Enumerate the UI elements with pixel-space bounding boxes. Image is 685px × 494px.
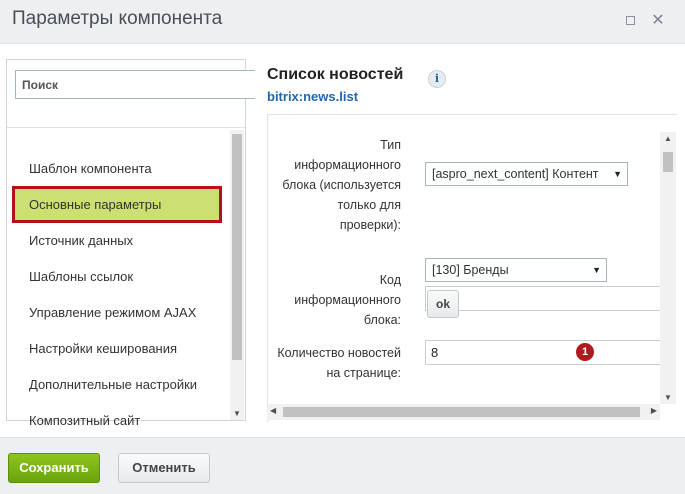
maximize-icon[interactable]	[622, 12, 638, 30]
label-line: информационного	[294, 158, 401, 172]
sidebar-item-cache-settings[interactable]: Настройки кеширования	[29, 341, 177, 356]
label-line: блока:	[363, 313, 401, 327]
label-line: информационного	[294, 293, 401, 307]
sidebar: Шаблон компонента Основные параметры Ист…	[6, 59, 255, 428]
scroll-left-arrow-icon[interactable]: ◀	[270, 406, 276, 415]
dialog-footer: Сохранить Отменить	[0, 437, 685, 494]
cancel-button[interactable]: Отменить	[118, 453, 210, 483]
label-line: проверки):	[339, 218, 401, 232]
select-value: [130] Бренды	[432, 263, 509, 277]
component-code: bitrix:news.list	[267, 89, 359, 104]
chevron-down-icon: ▼	[592, 265, 601, 275]
sidebar-nav: Шаблон компонента Основные параметры Ист…	[7, 127, 245, 428]
scroll-right-arrow-icon[interactable]: ▶	[651, 406, 657, 415]
iblock-id-input[interactable]	[425, 286, 665, 311]
ok-button[interactable]: ok	[427, 290, 459, 318]
label-line: Тип	[380, 138, 401, 152]
chevron-down-icon: ▼	[613, 169, 622, 179]
save-button[interactable]: Сохранить	[8, 453, 100, 483]
sidebar-scrollbar[interactable]: ▼	[230, 130, 244, 420]
sidebar-item-additional-settings[interactable]: Дополнительные настройки	[29, 377, 197, 392]
label-line: на странице:	[326, 366, 401, 380]
scrollbar-thumb[interactable]	[663, 152, 673, 172]
sidebar-item-url-templates[interactable]: Шаблоны ссылок	[29, 269, 133, 284]
search-input[interactable]	[16, 71, 255, 98]
select-value: [aspro_next_content] Контент	[432, 167, 599, 181]
dialog-title: Параметры компонента	[12, 8, 223, 29]
sidebar-item-label: Основные параметры	[29, 197, 162, 212]
sidebar-item-template[interactable]: Шаблон компонента	[29, 161, 152, 176]
label-line: Код	[379, 273, 401, 287]
close-icon[interactable]: ✕	[650, 12, 666, 30]
dialog-titlebar: Параметры компонента ✕	[0, 0, 685, 44]
sidebar-item-ajax-mode[interactable]: Управление режимом AJAX	[29, 305, 196, 320]
scrollbar-thumb[interactable]	[232, 134, 242, 360]
iblock-type-select[interactable]: [aspro_next_content] Контент ▼	[425, 162, 628, 186]
scroll-up-arrow-icon[interactable]: ▲	[664, 134, 672, 143]
search-field[interactable]	[15, 70, 255, 99]
properties-horizontal-scrollbar[interactable]: ◀ ▶	[267, 404, 660, 420]
label-line: Количество новостей	[277, 346, 401, 360]
label-line: только для	[337, 198, 401, 212]
dialog-content: Шаблон компонента Основные параметры Ист…	[0, 44, 685, 437]
scroll-down-arrow-icon[interactable]: ▼	[664, 393, 672, 402]
component-title: Список новостей	[267, 66, 404, 83]
iblock-id-label: Код информационного блока:	[268, 270, 401, 330]
sidebar-item-composite-site[interactable]: Композитный сайт	[29, 413, 140, 428]
iblock-type-label: Тип информационного блока (используется …	[268, 135, 401, 235]
properties-panel: Тип информационного блока (используется …	[267, 114, 677, 422]
info-icon[interactable]: i	[428, 70, 446, 88]
label-line: блока (используется	[282, 178, 401, 192]
news-count-input[interactable]: 8	[425, 340, 665, 365]
step-badge: 1	[574, 341, 596, 363]
sidebar-item-data-source[interactable]: Источник данных	[29, 233, 133, 248]
news-count-label: Количество новостей на странице:	[268, 343, 401, 383]
iblock-id-select[interactable]: [130] Бренды ▼	[425, 258, 607, 282]
sidebar-item-main-params[interactable]: Основные параметры	[12, 186, 222, 223]
scrollbar-thumb[interactable]	[283, 407, 640, 417]
scroll-down-arrow-icon[interactable]: ▼	[233, 409, 241, 418]
properties-vertical-scrollbar[interactable]: ▲ ▼	[660, 132, 676, 404]
